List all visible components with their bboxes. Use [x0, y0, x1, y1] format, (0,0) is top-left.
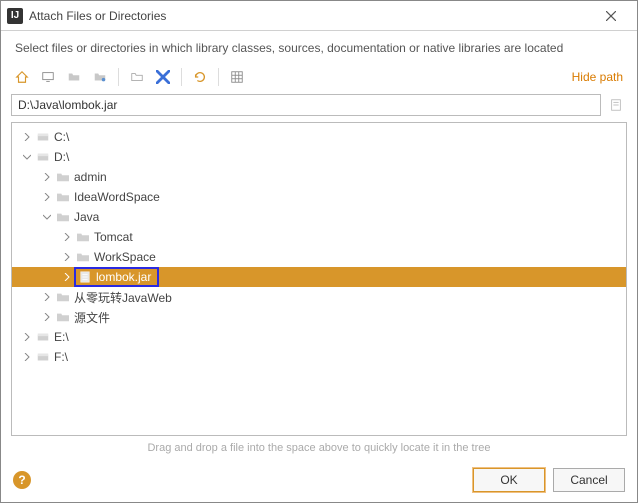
drive-icon — [34, 150, 52, 164]
drive-icon — [34, 330, 52, 344]
chevron-right-icon — [23, 133, 31, 141]
tree-label: E:\ — [52, 330, 69, 344]
tree-node-folder[interactable]: 源文件 — [12, 307, 626, 327]
folder-icon — [54, 311, 72, 323]
tree-label: 从零玩转JavaWeb — [72, 289, 172, 306]
tree-label: D:\ — [52, 150, 69, 164]
toolbar-separator — [118, 68, 119, 86]
path-input[interactable] — [11, 94, 601, 116]
toolbar: Hide path — [1, 63, 637, 91]
folder-icon — [74, 251, 92, 263]
file-tree[interactable]: C:\ D:\ admin — [11, 122, 627, 436]
folder-icon — [54, 211, 72, 223]
module-button[interactable] — [89, 66, 111, 88]
chevron-right-icon — [43, 193, 51, 201]
history-button[interactable] — [605, 94, 627, 116]
tree-node-drive-c[interactable]: C:\ — [12, 127, 626, 147]
toolbar-separator — [181, 68, 182, 86]
chevron-right-icon — [43, 313, 51, 321]
refresh-button[interactable] — [189, 66, 211, 88]
chevron-right-icon — [63, 273, 71, 281]
grid-icon — [230, 70, 244, 84]
dialog-footer: ? OK Cancel — [1, 460, 637, 502]
folder-icon — [74, 231, 92, 243]
tree-node-drive-f[interactable]: F:\ — [12, 347, 626, 367]
delete-button[interactable] — [152, 66, 174, 88]
toolbar-separator — [218, 68, 219, 86]
home-button[interactable] — [11, 66, 33, 88]
tree-label: Tomcat — [92, 230, 133, 244]
tree-node-drive-d[interactable]: D:\ — [12, 147, 626, 167]
tree-node-folder[interactable]: 从零玩转JavaWeb — [12, 287, 626, 307]
x-icon — [156, 70, 170, 84]
close-icon — [606, 11, 616, 21]
chevron-right-icon — [23, 333, 31, 341]
desktop-icon — [41, 70, 55, 84]
tree-label: 源文件 — [72, 309, 110, 326]
chevron-down-icon — [43, 213, 51, 221]
tree-label: Java — [72, 210, 99, 224]
tree-node-folder[interactable]: Tomcat — [12, 227, 626, 247]
folder-icon — [54, 171, 72, 183]
home-icon — [15, 70, 29, 84]
drive-icon — [34, 130, 52, 144]
window-title: Attach Files or Directories — [29, 9, 591, 23]
chevron-right-icon — [43, 173, 51, 181]
dialog-subtitle: Select files or directories in which lib… — [1, 31, 637, 63]
app-icon: IJ — [7, 8, 23, 24]
help-button[interactable]: ? — [13, 471, 31, 489]
chevron-right-icon — [63, 253, 71, 261]
path-row — [1, 91, 637, 122]
hide-path-link[interactable]: Hide path — [572, 70, 623, 84]
drive-icon — [34, 350, 52, 364]
tree-label: lombok.jar — [94, 270, 151, 284]
refresh-icon — [193, 70, 207, 84]
chevron-right-icon — [63, 233, 71, 241]
tree-node-file-lombok[interactable]: lombok.jar — [12, 267, 626, 287]
tree-label: IdeaWordSpace — [72, 190, 160, 204]
ok-button[interactable]: OK — [473, 468, 545, 492]
cancel-button[interactable]: Cancel — [553, 468, 625, 492]
history-icon — [609, 98, 623, 112]
desktop-button[interactable] — [37, 66, 59, 88]
tree-node-folder[interactable]: WorkSpace — [12, 247, 626, 267]
chevron-right-icon — [43, 293, 51, 301]
tree-label: WorkSpace — [92, 250, 156, 264]
selection-highlight: lombok.jar — [74, 267, 159, 287]
close-button[interactable] — [591, 2, 631, 30]
new-folder-button[interactable] — [126, 66, 148, 88]
new-folder-icon — [130, 70, 144, 84]
chevron-right-icon — [23, 353, 31, 361]
titlebar: IJ Attach Files or Directories — [1, 1, 637, 31]
folder-icon — [54, 291, 72, 303]
folder-icon — [67, 70, 81, 84]
tree-label: F:\ — [52, 350, 68, 364]
tree-node-folder-java[interactable]: Java — [12, 207, 626, 227]
chevron-down-icon — [23, 153, 31, 161]
show-hidden-button[interactable] — [226, 66, 248, 88]
jar-file-icon — [76, 270, 94, 284]
folder-dot-icon — [93, 70, 107, 84]
tree-label: C:\ — [52, 130, 69, 144]
tree-node-drive-e[interactable]: E:\ — [12, 327, 626, 347]
folder-icon — [54, 191, 72, 203]
tree-node-folder[interactable]: admin — [12, 167, 626, 187]
tree-node-folder[interactable]: IdeaWordSpace — [12, 187, 626, 207]
tree-label: admin — [72, 170, 107, 184]
project-button[interactable] — [63, 66, 85, 88]
drop-hint: Drag and drop a file into the space abov… — [1, 436, 637, 460]
